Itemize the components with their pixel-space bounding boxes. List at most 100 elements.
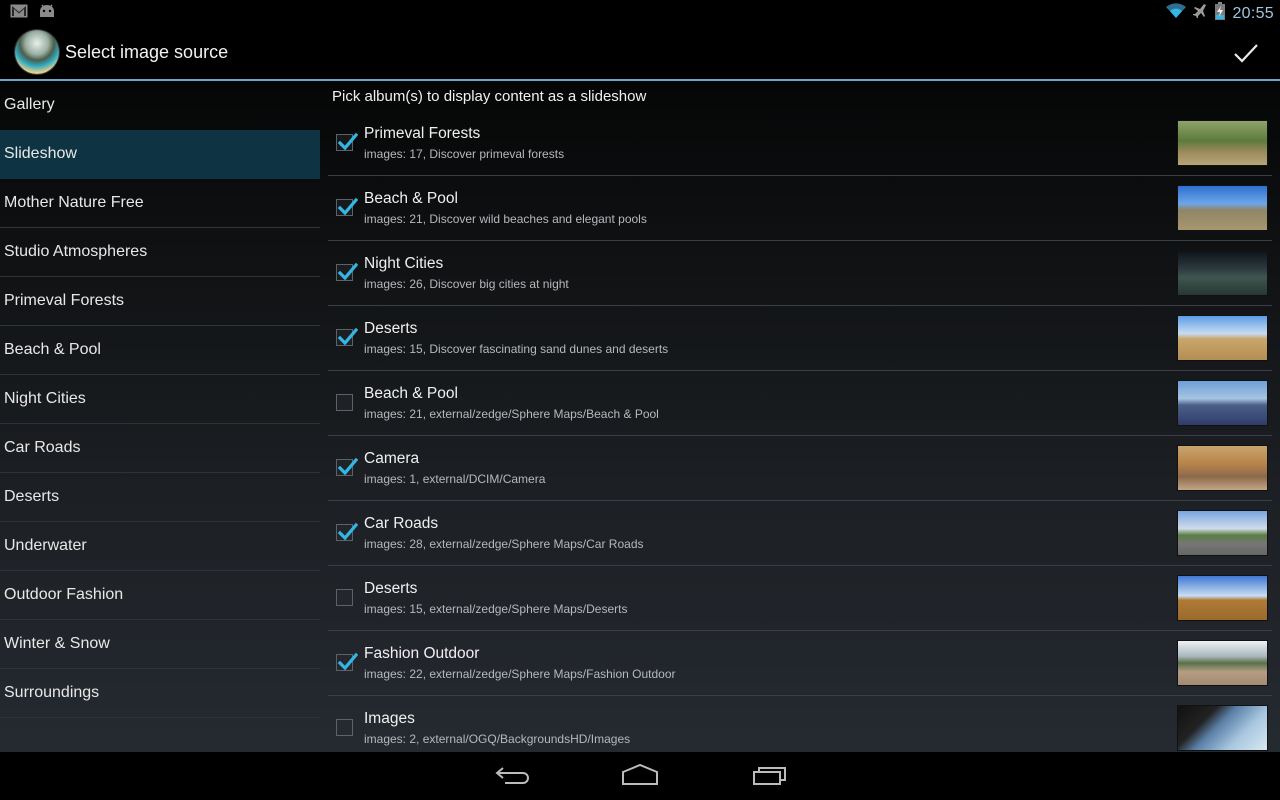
album-title: Primeval Forests bbox=[364, 125, 481, 142]
album-title: Beach & Pool bbox=[364, 385, 458, 402]
album-checkbox-unchecked[interactable] bbox=[336, 589, 353, 606]
album-checkbox-checked[interactable] bbox=[336, 262, 358, 281]
home-button[interactable] bbox=[620, 762, 660, 790]
album-subtitle: images: 21, Discover wild beaches and el… bbox=[364, 212, 647, 226]
album-title: Night Cities bbox=[364, 255, 444, 272]
sidebar-item-mother-nature-free[interactable]: Mother Nature Free bbox=[0, 179, 320, 228]
album-row[interactable]: Night Cities images: 26, Discover big cit… bbox=[328, 241, 1272, 306]
album-row[interactable]: Fashion Outdoor images: 22, external/zedg… bbox=[328, 631, 1272, 696]
sidebar-item-beach-pool[interactable]: Beach & Pool bbox=[0, 326, 320, 375]
checkmark-icon bbox=[337, 262, 358, 281]
album-checkbox-checked[interactable] bbox=[336, 327, 358, 346]
album-checkbox-unchecked[interactable] bbox=[336, 719, 353, 736]
album-subtitle: images: 1, external/DCIM/Camera bbox=[364, 472, 546, 486]
sidebar-item-outdoor-fashion[interactable]: Outdoor Fashion bbox=[0, 571, 320, 620]
album-title: Fashion Outdoor bbox=[364, 645, 480, 662]
back-icon bbox=[495, 767, 529, 784]
sidebar-item-label: Mother Nature Free bbox=[4, 194, 144, 211]
checkmark-icon bbox=[337, 457, 358, 476]
navigation-bar bbox=[0, 752, 1280, 800]
battery-charging-icon bbox=[1214, 2, 1226, 25]
sidebar-item-label: Underwater bbox=[4, 537, 87, 554]
sidebar-item-label: Gallery bbox=[4, 96, 55, 113]
album-row[interactable]: Beach & Pool images: 21, external/zedge/S… bbox=[328, 371, 1272, 436]
home-icon bbox=[622, 763, 658, 785]
wifi-icon bbox=[1166, 3, 1187, 24]
album-row[interactable]: Deserts images: 15, external/zedge/Sphere… bbox=[328, 566, 1272, 631]
album-checkbox-checked[interactable] bbox=[336, 522, 358, 541]
sidebar-item-label: Beach & Pool bbox=[4, 341, 101, 358]
app-logo-icon[interactable] bbox=[15, 30, 59, 74]
status-bar: 20:55 bbox=[0, 0, 1280, 25]
album-thumbnail bbox=[1177, 315, 1268, 361]
album-row[interactable]: Car Roads images: 28, external/zedge/Sphe… bbox=[328, 501, 1272, 566]
album-thumbnail bbox=[1177, 510, 1268, 556]
album-title: Deserts bbox=[364, 580, 418, 597]
album-subtitle: images: 15, external/zedge/Sphere Maps/D… bbox=[364, 602, 628, 616]
album-row[interactable]: Camera images: 1, external/DCIM/Camera bbox=[328, 436, 1272, 501]
confirm-button[interactable] bbox=[1230, 37, 1262, 69]
album-subtitle: images: 17, Discover primeval forests bbox=[364, 147, 565, 161]
album-thumbnail bbox=[1177, 445, 1268, 491]
sidebar-item-label: Surroundings bbox=[4, 684, 100, 701]
sidebar-item-primeval-forests[interactable]: Primeval Forests bbox=[0, 277, 320, 326]
album-checkbox-checked[interactable] bbox=[336, 132, 358, 151]
album-checkbox-checked[interactable] bbox=[336, 652, 358, 671]
sidebar-item-label: Outdoor Fashion bbox=[4, 586, 124, 603]
album-panel-heading: Pick album(s) to display content as a sl… bbox=[332, 88, 647, 105]
sidebar-item-night-cities[interactable]: Night Cities bbox=[0, 375, 320, 424]
checkmark-icon bbox=[1234, 44, 1258, 63]
recent-apps-icon bbox=[753, 767, 786, 785]
checkmark-icon bbox=[337, 327, 358, 346]
airplane-mode-icon bbox=[1192, 3, 1208, 24]
album-thumbnail bbox=[1177, 120, 1268, 166]
album-checkbox-checked[interactable] bbox=[336, 197, 358, 216]
status-time: 20:55 bbox=[1232, 4, 1274, 22]
album-thumbnail bbox=[1177, 380, 1268, 426]
album-title: Camera bbox=[364, 450, 420, 467]
sidebar-item-label: Car Roads bbox=[4, 439, 81, 456]
checkmark-icon bbox=[337, 132, 358, 151]
sidebar-item-slideshow[interactable]: Slideshow bbox=[0, 130, 320, 179]
checkmark-icon bbox=[337, 522, 358, 541]
album-subtitle: images: 28, external/zedge/Sphere Maps/C… bbox=[364, 537, 644, 551]
sidebar-item-deserts[interactable]: Deserts bbox=[0, 473, 320, 522]
sidebar-item-car-roads[interactable]: Car Roads bbox=[0, 424, 320, 473]
sidebar-item-surroundings[interactable]: Surroundings bbox=[0, 669, 320, 718]
album-subtitle: images: 2, external/OGQ/BackgroundsHD/Im… bbox=[364, 732, 631, 746]
album-subtitle: images: 22, external/zedge/Sphere Maps/F… bbox=[364, 667, 676, 681]
sidebar-item-label: Winter & Snow bbox=[4, 635, 110, 652]
album-checkbox-checked[interactable] bbox=[336, 457, 358, 476]
album-title: Beach & Pool bbox=[364, 190, 458, 207]
sidebar-item-label: Deserts bbox=[4, 488, 60, 505]
page-title: Select image source bbox=[65, 42, 229, 62]
sidebar-item-winter-snow[interactable]: Winter & Snow bbox=[0, 620, 320, 669]
content-area: Gallery Slideshow Mother Nature Free Studio… bbox=[0, 81, 1280, 752]
album-title: Deserts bbox=[364, 320, 418, 337]
sidebar-item-label: Primeval Forests bbox=[4, 292, 125, 309]
album-subtitle: images: 26, Discover big cities at night bbox=[364, 277, 569, 291]
album-thumbnail bbox=[1177, 705, 1268, 751]
album-checkbox-unchecked[interactable] bbox=[336, 394, 353, 411]
sidebar-item-studio-atmospheres[interactable]: Studio Atmospheres bbox=[0, 228, 320, 277]
gmail-icon bbox=[10, 4, 28, 23]
album-thumbnail bbox=[1177, 575, 1268, 621]
album-row[interactable]: Primeval Forests images: 17, Discover pri… bbox=[328, 111, 1272, 176]
album-list: Primeval Forests images: 17, Discover pri… bbox=[328, 111, 1272, 761]
back-button[interactable] bbox=[493, 762, 533, 790]
album-title: Images bbox=[364, 710, 415, 727]
album-row[interactable]: Deserts images: 15, Discover fascinating … bbox=[328, 306, 1272, 371]
checkmark-icon bbox=[337, 197, 358, 216]
album-row[interactable]: Beach & Pool images: 21, Discover wild be… bbox=[328, 176, 1272, 241]
sidebar: Gallery Slideshow Mother Nature Free Studio… bbox=[0, 81, 320, 752]
sidebar-item-label: Studio Atmospheres bbox=[4, 243, 148, 260]
album-thumbnail bbox=[1177, 640, 1268, 686]
recent-apps-button[interactable] bbox=[750, 762, 790, 790]
album-subtitle: images: 15, Discover fascinating sand du… bbox=[364, 342, 669, 356]
action-bar: Select image source bbox=[0, 25, 1280, 79]
android-icon bbox=[38, 4, 56, 23]
sidebar-item-gallery[interactable]: Gallery bbox=[0, 81, 320, 130]
album-panel: Pick album(s) to display content as a sl… bbox=[328, 81, 1272, 752]
sidebar-item-label: Night Cities bbox=[4, 390, 86, 407]
sidebar-item-underwater[interactable]: Underwater bbox=[0, 522, 320, 571]
